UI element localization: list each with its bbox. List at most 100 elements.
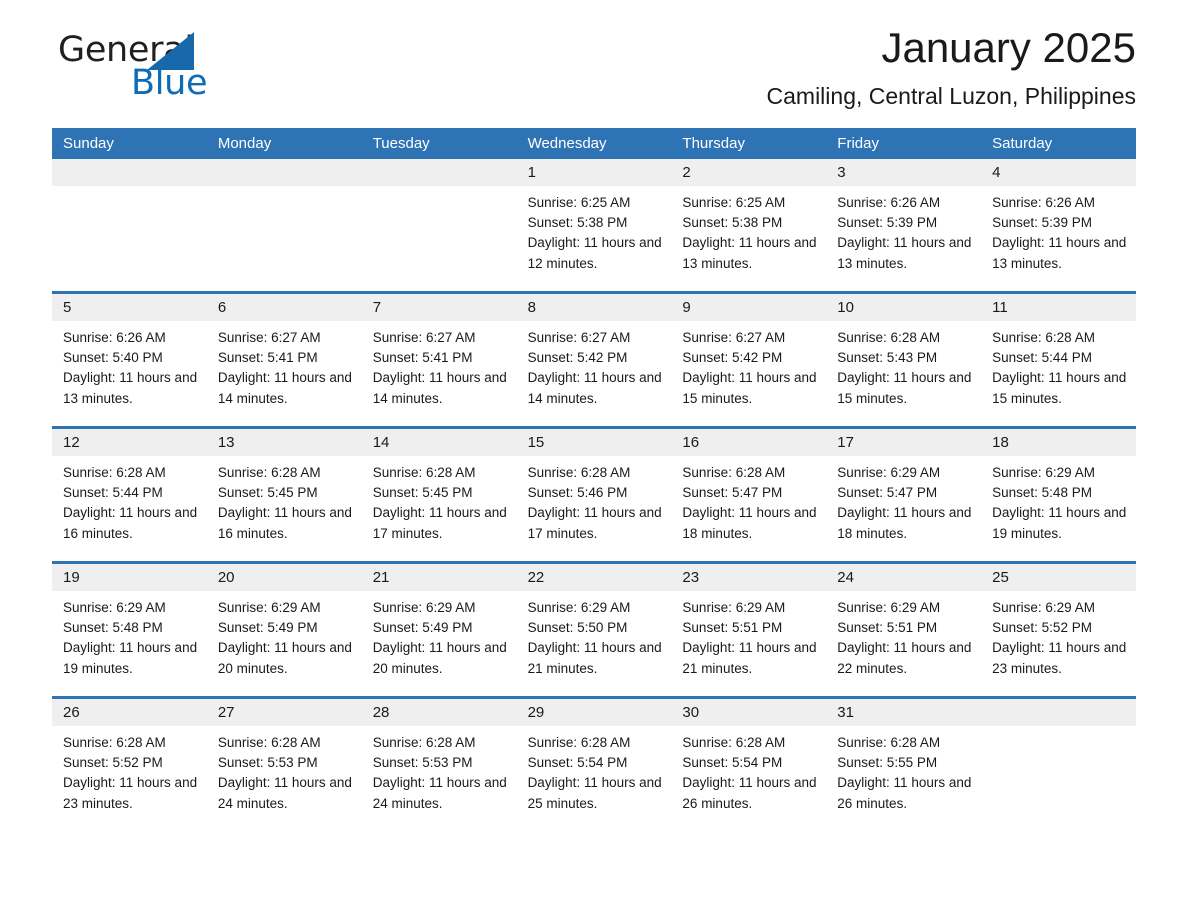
day-details: Sunrise: 6:28 AM Sunset: 5:53 PM Daylight:… <box>207 726 362 814</box>
day-details: Sunrise: 6:29 AM Sunset: 5:48 PM Daylight:… <box>981 456 1136 544</box>
day-number: 1 <box>516 159 672 186</box>
sunrise-text: Sunrise: 6:27 AM <box>372 330 476 345</box>
day-details: Sunrise: 6:29 AM Sunset: 5:48 PM Daylight:… <box>52 591 207 679</box>
day-number: 14 <box>361 429 517 456</box>
day-cell[interactable]: 14 Sunrise: 6:28 AM Sunset: 5:45 PM Dayligh… <box>361 429 517 561</box>
week-grid: 19 Sunrise: 6:29 AM Sunset: 5:48 PM Dayligh… <box>52 564 1136 696</box>
day-number: 8 <box>516 294 672 321</box>
day-cell[interactable]: 19 Sunrise: 6:29 AM Sunset: 5:48 PM Dayligh… <box>52 564 207 696</box>
day-number: 2 <box>671 159 827 186</box>
day-number: 17 <box>826 429 982 456</box>
daylight-text: Daylight: 11 hours and 15 minutes. <box>682 370 817 406</box>
sunset-text: Sunset: 5:46 PM <box>527 485 628 501</box>
day-number: 31 <box>826 699 982 726</box>
day-details: Sunrise: 6:28 AM Sunset: 5:43 PM Daylight:… <box>826 321 981 409</box>
day-details: Sunrise: 6:25 AM Sunset: 5:38 PM Daylight:… <box>671 186 826 274</box>
day-cell[interactable]: 12 Sunrise: 6:28 AM Sunset: 5:44 PM Dayligh… <box>52 429 207 561</box>
sunset-text: Sunset: 5:41 PM <box>217 350 318 366</box>
sunrise-text: Sunrise: 6:28 AM <box>372 465 476 480</box>
day-details: Sunrise: 6:28 AM Sunset: 5:55 PM Daylight:… <box>826 726 981 814</box>
day-details: Sunrise: 6:25 AM Sunset: 5:38 PM Daylight:… <box>517 186 672 274</box>
daylight-text: Daylight: 11 hours and 13 minutes. <box>63 370 198 406</box>
day-cell[interactable]: 7 Sunrise: 6:27 AM Sunset: 5:41 PM Daylight… <box>361 294 517 426</box>
day-cell[interactable]: 9 Sunrise: 6:27 AM Sunset: 5:42 PM Daylight… <box>671 294 827 426</box>
daylight-text: Daylight: 11 hours and 23 minutes. <box>992 640 1127 676</box>
day-cell[interactable]: 22 Sunrise: 6:29 AM Sunset: 5:50 PM Dayligh… <box>516 564 672 696</box>
day-cell[interactable]: 25 Sunrise: 6:29 AM Sunset: 5:52 PM Dayligh… <box>981 564 1136 696</box>
sunrise-text: Sunrise: 6:28 AM <box>63 735 166 750</box>
day-cell[interactable]: 26 Sunrise: 6:28 AM Sunset: 5:52 PM Dayligh… <box>52 699 207 831</box>
daylight-text: Daylight: 11 hours and 23 minutes. <box>63 775 198 811</box>
daylight-text: Daylight: 11 hours and 19 minutes. <box>992 505 1127 541</box>
day-cell[interactable]: 28 Sunrise: 6:28 AM Sunset: 5:53 PM Dayligh… <box>361 699 517 831</box>
location-subtitle: Camiling, Central Luzon, Philippines <box>766 83 1136 109</box>
day-cell[interactable]: 6 Sunrise: 6:27 AM Sunset: 5:41 PM Daylight… <box>206 294 362 426</box>
sunset-text: Sunset: 5:52 PM <box>63 755 163 771</box>
day-cell[interactable]: 23 Sunrise: 6:29 AM Sunset: 5:51 PM Dayligh… <box>671 564 827 696</box>
day-cell[interactable]: 10 Sunrise: 6:28 AM Sunset: 5:43 PM Dayligh… <box>826 294 982 426</box>
day-cell[interactable]: 5 Sunrise: 6:26 AM Sunset: 5:40 PM Daylight… <box>52 294 207 426</box>
day-cell[interactable]: 20 Sunrise: 6:29 AM Sunset: 5:49 PM Dayligh… <box>206 564 362 696</box>
weekday-header-wednesday: Wednesday <box>527 134 607 152</box>
day-number: 5 <box>52 294 207 321</box>
sunset-text: Sunset: 5:39 PM <box>992 215 1092 231</box>
sunset-text: Sunset: 5:51 PM <box>682 620 783 636</box>
day-details: Sunrise: 6:27 AM Sunset: 5:42 PM Daylight:… <box>517 321 672 409</box>
sunset-text: Sunset: 5:49 PM <box>217 620 318 636</box>
day-details: Sunrise: 6:29 AM Sunset: 5:49 PM Daylight:… <box>207 591 362 679</box>
general-blue-logo[interactable]: General Blue <box>52 30 242 108</box>
day-cell[interactable]: 30 Sunrise: 6:28 AM Sunset: 5:54 PM Dayligh… <box>671 699 827 831</box>
sunset-text: Sunset: 5:45 PM <box>372 485 473 501</box>
day-number: 28 <box>361 699 517 726</box>
sunrise-text: Sunrise: 6:29 AM <box>992 465 1095 480</box>
day-cell-empty <box>52 159 207 291</box>
day-details: Sunrise: 6:29 AM Sunset: 5:52 PM Daylight:… <box>981 591 1136 679</box>
day-cell[interactable]: 13 Sunrise: 6:28 AM Sunset: 5:45 PM Dayligh… <box>206 429 362 561</box>
sunrise-text: Sunrise: 6:28 AM <box>217 735 321 750</box>
daylight-text: Daylight: 11 hours and 26 minutes. <box>682 775 817 811</box>
sunset-text: Sunset: 5:49 PM <box>372 620 473 636</box>
day-cell[interactable]: 8 Sunrise: 6:27 AM Sunset: 5:42 PM Daylight… <box>516 294 672 426</box>
sunset-text: Sunset: 5:53 PM <box>372 755 473 771</box>
daylight-text: Daylight: 11 hours and 16 minutes. <box>217 505 352 541</box>
calendar-page: General Blue January 2025 Camiling, Cent… <box>0 0 1188 918</box>
day-number: 3 <box>826 159 982 186</box>
day-cell[interactable]: 17 Sunrise: 6:29 AM Sunset: 5:47 PM Dayligh… <box>826 429 982 561</box>
sunset-text: Sunset: 5:44 PM <box>63 485 163 501</box>
day-cell[interactable]: 3 Sunrise: 6:26 AM Sunset: 5:39 PM Daylight… <box>826 159 982 291</box>
day-cell[interactable]: 31 Sunrise: 6:28 AM Sunset: 5:55 PM Dayligh… <box>826 699 982 831</box>
day-cell[interactable]: 18 Sunrise: 6:29 AM Sunset: 5:48 PM Dayligh… <box>981 429 1136 561</box>
day-cell[interactable]: 1 Sunrise: 6:25 AM Sunset: 5:38 PM Daylight… <box>516 159 672 291</box>
day-cell-empty <box>361 159 517 291</box>
day-cell[interactable]: 29 Sunrise: 6:28 AM Sunset: 5:54 PM Dayligh… <box>516 699 672 831</box>
daylight-text: Daylight: 11 hours and 13 minutes. <box>837 235 972 271</box>
sunrise-text: Sunrise: 6:29 AM <box>217 600 321 615</box>
weekday-header-tuesday: Tuesday <box>372 134 430 152</box>
day-cell[interactable]: 15 Sunrise: 6:28 AM Sunset: 5:46 PM Dayligh… <box>516 429 672 561</box>
sunrise-text: Sunrise: 6:28 AM <box>992 330 1095 345</box>
week-grid: 12 Sunrise: 6:28 AM Sunset: 5:44 PM Dayligh… <box>52 429 1136 561</box>
daylight-text: Daylight: 11 hours and 24 minutes. <box>372 775 507 811</box>
day-details: Sunrise: 6:26 AM Sunset: 5:39 PM Daylight:… <box>981 186 1136 274</box>
day-cell[interactable]: 27 Sunrise: 6:28 AM Sunset: 5:53 PM Dayligh… <box>206 699 362 831</box>
sunrise-text: Sunrise: 6:29 AM <box>372 600 476 615</box>
daylight-text: Daylight: 11 hours and 14 minutes. <box>372 370 507 406</box>
day-cell[interactable]: 11 Sunrise: 6:28 AM Sunset: 5:44 PM Dayligh… <box>981 294 1136 426</box>
day-cell[interactable]: 21 Sunrise: 6:29 AM Sunset: 5:49 PM Dayligh… <box>361 564 517 696</box>
day-details: Sunrise: 6:26 AM Sunset: 5:40 PM Daylight:… <box>52 321 207 409</box>
sunset-text: Sunset: 5:55 PM <box>837 755 938 771</box>
day-cell[interactable]: 24 Sunrise: 6:29 AM Sunset: 5:51 PM Dayligh… <box>826 564 982 696</box>
day-details: Sunrise: 6:28 AM Sunset: 5:54 PM Daylight:… <box>671 726 826 814</box>
day-cell[interactable]: 16 Sunrise: 6:28 AM Sunset: 5:47 PM Dayligh… <box>671 429 827 561</box>
day-details: Sunrise: 6:28 AM Sunset: 5:54 PM Daylight:… <box>517 726 672 814</box>
sunrise-text: Sunrise: 6:29 AM <box>837 600 941 615</box>
daylight-text: Daylight: 11 hours and 18 minutes. <box>837 505 972 541</box>
day-cell[interactable]: 4 Sunrise: 6:26 AM Sunset: 5:39 PM Daylight… <box>981 159 1136 291</box>
sunrise-text: Sunrise: 6:29 AM <box>837 465 941 480</box>
day-details: Sunrise: 6:28 AM Sunset: 5:45 PM Daylight:… <box>362 456 517 544</box>
daylight-text: Daylight: 11 hours and 20 minutes. <box>372 640 507 676</box>
sunset-text: Sunset: 5:51 PM <box>837 620 938 636</box>
day-cell[interactable]: 2 Sunrise: 6:25 AM Sunset: 5:38 PM Daylight… <box>671 159 827 291</box>
sunset-text: Sunset: 5:47 PM <box>837 485 938 501</box>
calendar-week-row: 1 Sunrise: 6:25 AM Sunset: 5:38 PM Daylight… <box>52 159 1136 291</box>
